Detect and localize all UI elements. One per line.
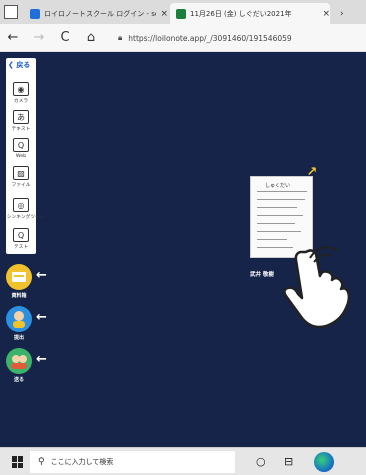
test-tool[interactable]: Q テスト [6, 228, 36, 250]
taskbar-search-box[interactable]: ⚲ ここに入力して検索 [30, 451, 235, 473]
tool-label: Web [15, 153, 27, 159]
favicon-icon [176, 8, 186, 19]
send-button[interactable]: ← 送る [6, 348, 47, 383]
file-tool[interactable]: ▨ ファイル [6, 166, 36, 188]
browser-tab-bar: ロイロノートスクール ログイン - search × 11月26日 (金) しぐ… [0, 0, 366, 24]
card-rule [257, 207, 297, 208]
address-bar[interactable]: 🔒︎ https://loilonote.app/_/3091460/19154… [118, 30, 366, 46]
card-title: しゅくだい [265, 183, 291, 189]
lock-icon: 🔒︎ [118, 33, 123, 42]
forward-arrow-icon[interactable]: → [26, 30, 52, 45]
camera-icon: ◉ [13, 82, 29, 96]
search-placeholder: ここに入力して検索 [50, 458, 114, 466]
card-rule [257, 223, 295, 224]
thinking-tool[interactable]: ◎ シンキングツール [6, 198, 45, 220]
favicon-icon [30, 8, 40, 19]
chevron-left-icon: ❮ [8, 61, 14, 69]
submit-button[interactable]: ← 提出 [6, 306, 47, 341]
arrow-left-icon: ← [36, 352, 47, 367]
text-tool[interactable]: あ テキスト [6, 110, 36, 132]
test-icon: Q [13, 228, 29, 242]
send-label: 送る [13, 377, 24, 383]
tab-title: ロイロノートスクール ログイン - search [44, 9, 156, 18]
card-rule [257, 215, 303, 216]
tab-title: 11月26日 (金) しぐだい2021年 [190, 9, 292, 18]
cortana-icon[interactable]: ○ [256, 455, 266, 468]
camera-tool[interactable]: ◉ カメラ [6, 82, 36, 104]
edge-browser-icon[interactable] [314, 452, 334, 472]
browser-tab-homework[interactable]: 11月26日 (金) しぐだい2021年 × [170, 3, 330, 24]
reload-icon[interactable]: C [52, 30, 78, 45]
back-button[interactable]: ❮ 戻る [8, 60, 30, 70]
browser-nav-bar: ← → C ⌂ 🔒︎ https://loilonote.app/_/30914… [0, 24, 366, 52]
card-rule [257, 239, 287, 240]
card-owner-name: 武井 敬樹 [250, 272, 274, 278]
web-search-icon: Q [13, 138, 29, 152]
card-rule [257, 231, 301, 232]
windows-taskbar: ⚲ ここに入力して検索 ○ ⊟ [0, 447, 366, 475]
teacher-icon [6, 306, 32, 332]
image-file-icon: ▨ [13, 166, 29, 180]
web-tool[interactable]: Q Web [6, 138, 36, 159]
arrow-left-icon: ← [36, 268, 47, 283]
tool-label: シンキングツール [6, 214, 45, 220]
address-url: https://loilonote.app/_/3091460/19154605… [128, 33, 292, 43]
close-tab-icon[interactable]: × [322, 9, 330, 19]
materials-box-label: 資料箱 [11, 293, 27, 299]
tool-palette: ❮ 戻る ◉ カメラ あ テキスト Q Web ▨ ファイル ◎ シンキングツー… [6, 58, 45, 254]
more-tabs-icon[interactable]: › [340, 3, 344, 24]
close-tab-icon[interactable]: × [160, 9, 168, 19]
materials-box-button[interactable]: ← 資料箱 [6, 264, 47, 299]
task-view-icon[interactable]: ⊟ [284, 455, 293, 468]
back-arrow-icon[interactable]: ← [0, 30, 26, 45]
tool-label: ファイル [11, 182, 31, 188]
arrow-left-icon: ← [36, 310, 47, 325]
back-label: 戻る [16, 61, 31, 69]
home-icon[interactable]: ⌂ [78, 30, 104, 45]
tool-label: カメラ [13, 98, 29, 104]
browser-tab-login[interactable]: ロイロノートスクール ログイン - search × [26, 3, 168, 24]
text-icon: あ [13, 110, 29, 124]
tool-label: テキスト [11, 126, 31, 132]
materials-box-icon [6, 264, 32, 290]
students-icon [6, 348, 32, 374]
card-rule [257, 191, 307, 192]
windows-start-icon[interactable] [12, 456, 24, 468]
note-canvas[interactable]: ❮ 戻る ◉ カメラ あ テキスト Q Web ▨ ファイル ◎ シンキングツー… [0, 52, 366, 447]
card-rule [257, 199, 305, 200]
thinking-tool-icon: ◎ [13, 198, 29, 212]
submit-label: 提出 [13, 335, 24, 341]
tool-label: テスト [13, 244, 29, 250]
window-menu-icon[interactable] [4, 5, 18, 19]
hand-pointer-icon [283, 246, 351, 329]
search-icon: ⚲ [38, 457, 45, 467]
